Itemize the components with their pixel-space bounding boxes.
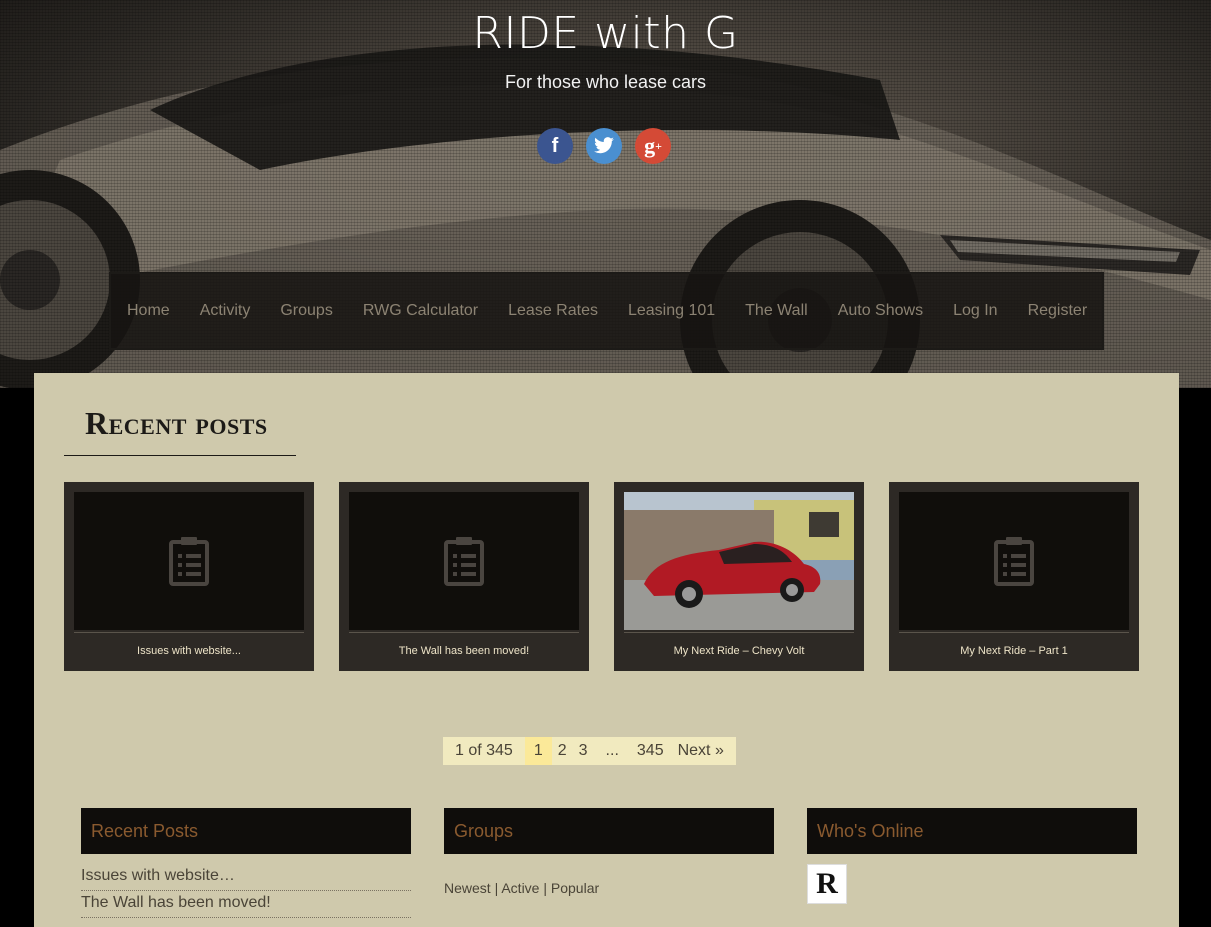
document-icon [169,537,209,586]
pagination-last-page[interactable]: 345 [631,737,670,765]
post-card[interactable]: Issues with website... [64,482,314,671]
social-links: f g + [537,128,671,164]
nav-activity[interactable]: Activity [200,302,251,320]
main-content: Recent posts Issues with website... The … [34,373,1179,927]
post-title[interactable]: My Next Ride – Chevy Volt [624,645,854,657]
pagination-current-page: 1 [524,737,552,765]
post-thumbnail[interactable] [624,492,854,630]
recent-posts-grid: Issues with website... The Wall has been… [64,482,1139,671]
pagination-ellipsis: ... [605,742,619,759]
groups-newest-link[interactable]: Newest [444,880,491,896]
widget-title: Who's Online [807,808,1137,854]
nav-rwg-calculator[interactable]: RWG Calculator [363,302,478,320]
whos-online-widget: Who's Online R [807,808,1137,904]
post-thumbnail[interactable] [899,492,1129,630]
post-title[interactable]: Issues with website... [74,645,304,657]
post-title[interactable]: My Next Ride – Part 1 [899,645,1129,657]
nav-home[interactable]: Home [127,302,170,320]
recent-posts-list: Issues with website… The Wall has been m… [81,864,411,918]
hero-banner: RIDE with G For those who lease cars f g… [0,0,1211,388]
post-thumbnail[interactable] [74,492,304,630]
pagination-next[interactable]: Next » [670,737,736,765]
groups-popular-link[interactable]: Popular [551,880,599,896]
site-title[interactable]: RIDE with G [0,8,1211,59]
groups-widget: Groups Newest | Active | Popular [444,808,774,896]
red-car-photo [624,492,854,630]
recent-posts-widget: Recent Posts Issues with website… The Wa… [81,808,411,918]
widget-title: Groups [444,808,774,854]
pagination-info: 1 of 345 [455,742,513,759]
facebook-icon[interactable]: f [537,128,573,164]
google-plus-icon[interactable]: g + [635,128,671,164]
post-card[interactable]: My Next Ride – Part 1 [889,482,1139,671]
pagination-page-3[interactable]: 3 [573,737,594,765]
document-icon [444,537,484,586]
groups-active-link[interactable]: Active [501,880,539,896]
twitter-icon[interactable] [586,128,622,164]
pagination: 1 of 345 1 2 3 ... 345 Next » [443,737,736,765]
site-tagline: For those who lease cars [504,72,707,92]
widget-title: Recent Posts [81,808,411,854]
avatar[interactable]: R [807,864,847,904]
nav-groups[interactable]: Groups [280,302,332,320]
nav-lease-rates[interactable]: Lease Rates [508,302,598,320]
nav-the-wall[interactable]: The Wall [745,302,808,320]
group-filter-links: Newest | Active | Popular [444,880,774,896]
separator: | [494,880,499,896]
pagination-page-2[interactable]: 2 [552,737,573,765]
separator: | [543,880,547,896]
post-thumbnail[interactable] [349,492,579,630]
nav-register[interactable]: Register [1028,302,1088,320]
nav-log-in[interactable]: Log In [953,302,997,320]
list-item[interactable]: Issues with website… [81,864,411,891]
list-item[interactable]: The Wall has been moved! [81,891,411,918]
avatar-logo: R [816,867,838,900]
post-card[interactable]: My Next Ride – Chevy Volt [614,482,864,671]
post-card[interactable]: The Wall has been moved! [339,482,589,671]
main-navigation: Home Activity Groups RWG Calculator Leas… [109,272,1104,350]
nav-auto-shows[interactable]: Auto Shows [838,302,923,320]
section-divider [64,455,296,456]
post-title[interactable]: The Wall has been moved! [349,645,579,657]
document-icon [994,537,1034,586]
nav-leasing-101[interactable]: Leasing 101 [628,302,715,320]
section-title: Recent posts [85,405,268,441]
